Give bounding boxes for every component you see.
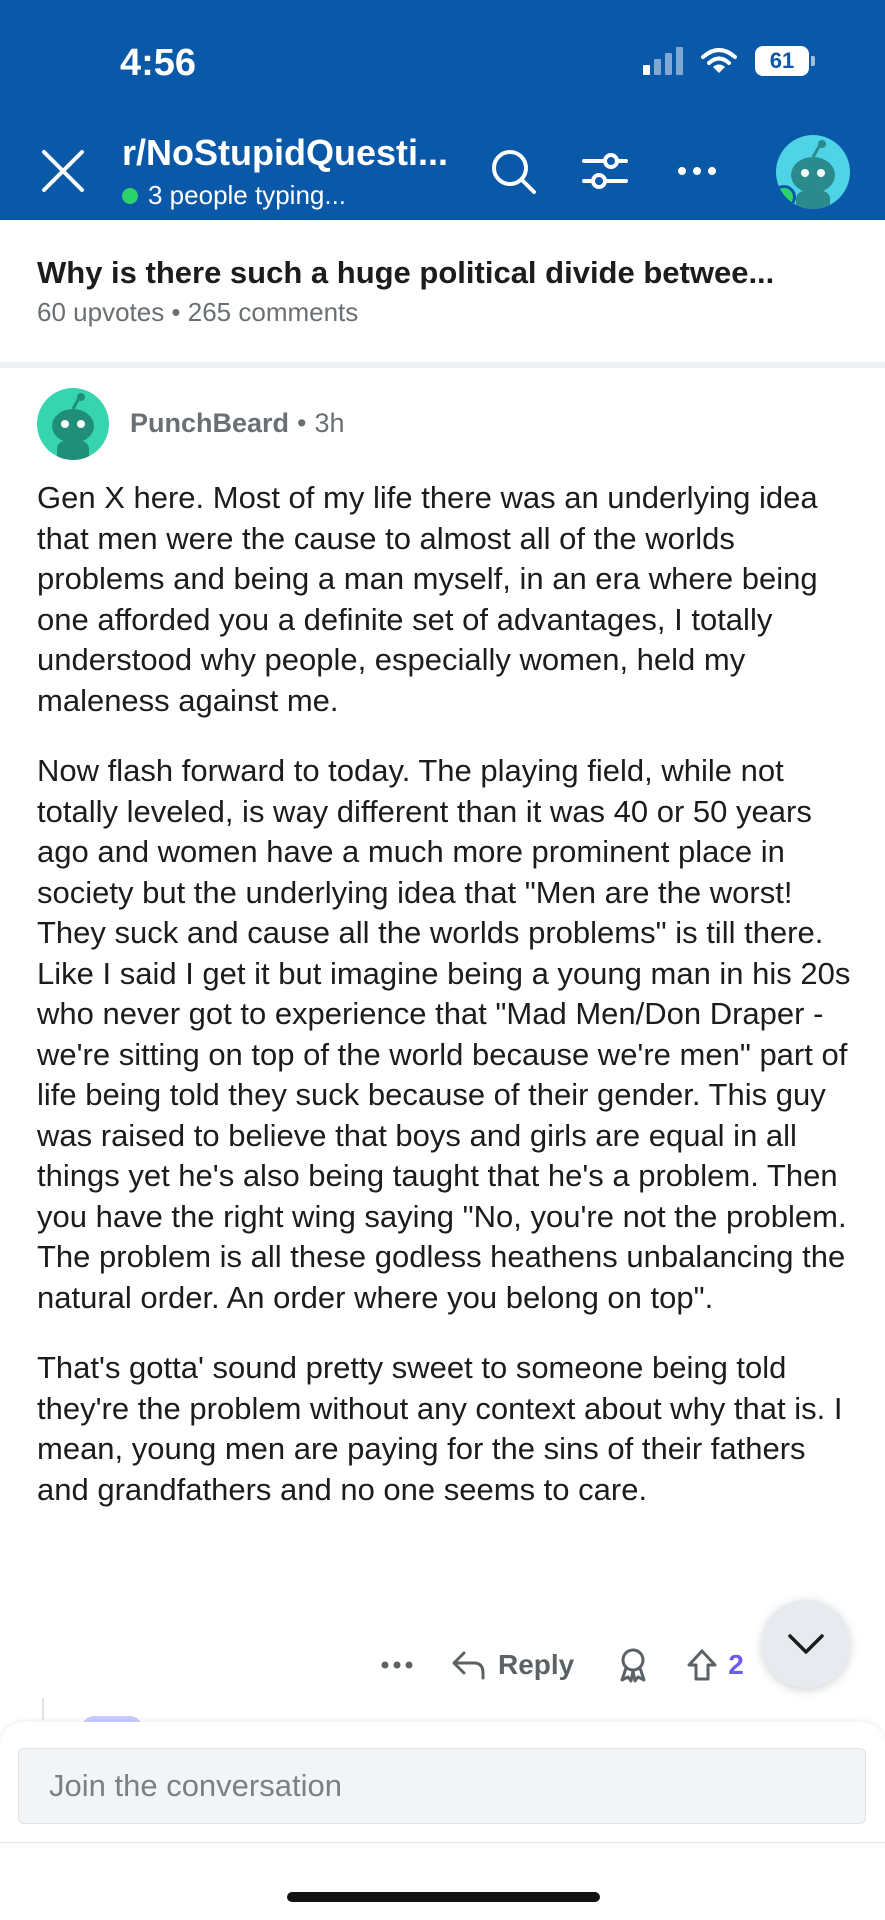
snoo-avatar-icon <box>52 393 94 460</box>
wifi-icon <box>701 48 737 73</box>
award-icon[interactable] <box>616 1647 650 1683</box>
comment-author-line: PunchBeard • 3h <box>130 408 345 439</box>
more-options-icon[interactable] <box>380 1660 414 1670</box>
status-indicators: 61 <box>643 46 815 76</box>
thread-line <box>42 1698 44 1720</box>
comment-author-avatar[interactable] <box>37 388 109 460</box>
home-indicator[interactable] <box>287 1892 600 1902</box>
comment-body: Gen X here. Most of my life there was an… <box>37 478 857 1540</box>
reply-label: Reply <box>498 1649 575 1680</box>
post-meta: 60 upvotes • 265 comments <box>37 297 359 327</box>
comment-actions: Reply 2 <box>380 1640 744 1690</box>
close-icon[interactable] <box>38 146 88 196</box>
comment-paragraph: Now flash forward to today. The playing … <box>37 753 851 1315</box>
scroll-next-comment-button[interactable] <box>762 1600 850 1688</box>
post-title[interactable]: Why is there such a huge political divid… <box>37 255 774 291</box>
filter-icon[interactable] <box>580 146 630 196</box>
subreddit-title[interactable]: r/NoStupidQuesti... <box>122 132 448 174</box>
section-divider <box>0 362 885 368</box>
online-dot <box>122 187 138 204</box>
cellular-signal-icon <box>643 47 683 75</box>
battery-icon: 61 <box>755 46 815 76</box>
comment-author[interactable]: PunchBeard <box>130 408 289 438</box>
status-time: 4:56 <box>120 42 197 84</box>
more-icon[interactable] <box>672 146 722 196</box>
typing-indicator: 3 people typing... <box>122 180 346 211</box>
meta-separator: • <box>297 408 307 438</box>
comment-paragraph: Gen X here. Most of my life there was an… <box>37 480 818 718</box>
comment-composer-input[interactable]: Join the conversation <box>18 1748 866 1824</box>
search-icon[interactable] <box>488 146 538 196</box>
reply-icon <box>452 1651 485 1680</box>
typing-text: 3 people typing... <box>148 180 347 210</box>
reply-button[interactable]: Reply <box>450 1649 574 1681</box>
comment-age: 3h <box>314 408 345 438</box>
bottom-divider <box>0 1842 885 1843</box>
top-app-bar: 4:56 61 r/NoStupidQuesti... 3 people typ… <box>0 0 885 220</box>
chevron-down-icon <box>788 1634 824 1654</box>
upvote-icon[interactable] <box>686 1648 718 1682</box>
vote-count: 2 <box>728 1649 744 1680</box>
comment-paragraph: That's gotta' sound pretty sweet to some… <box>37 1350 843 1507</box>
user-avatar[interactable] <box>776 135 850 209</box>
online-status-dot <box>776 185 796 209</box>
battery-level: 61 <box>755 46 809 76</box>
